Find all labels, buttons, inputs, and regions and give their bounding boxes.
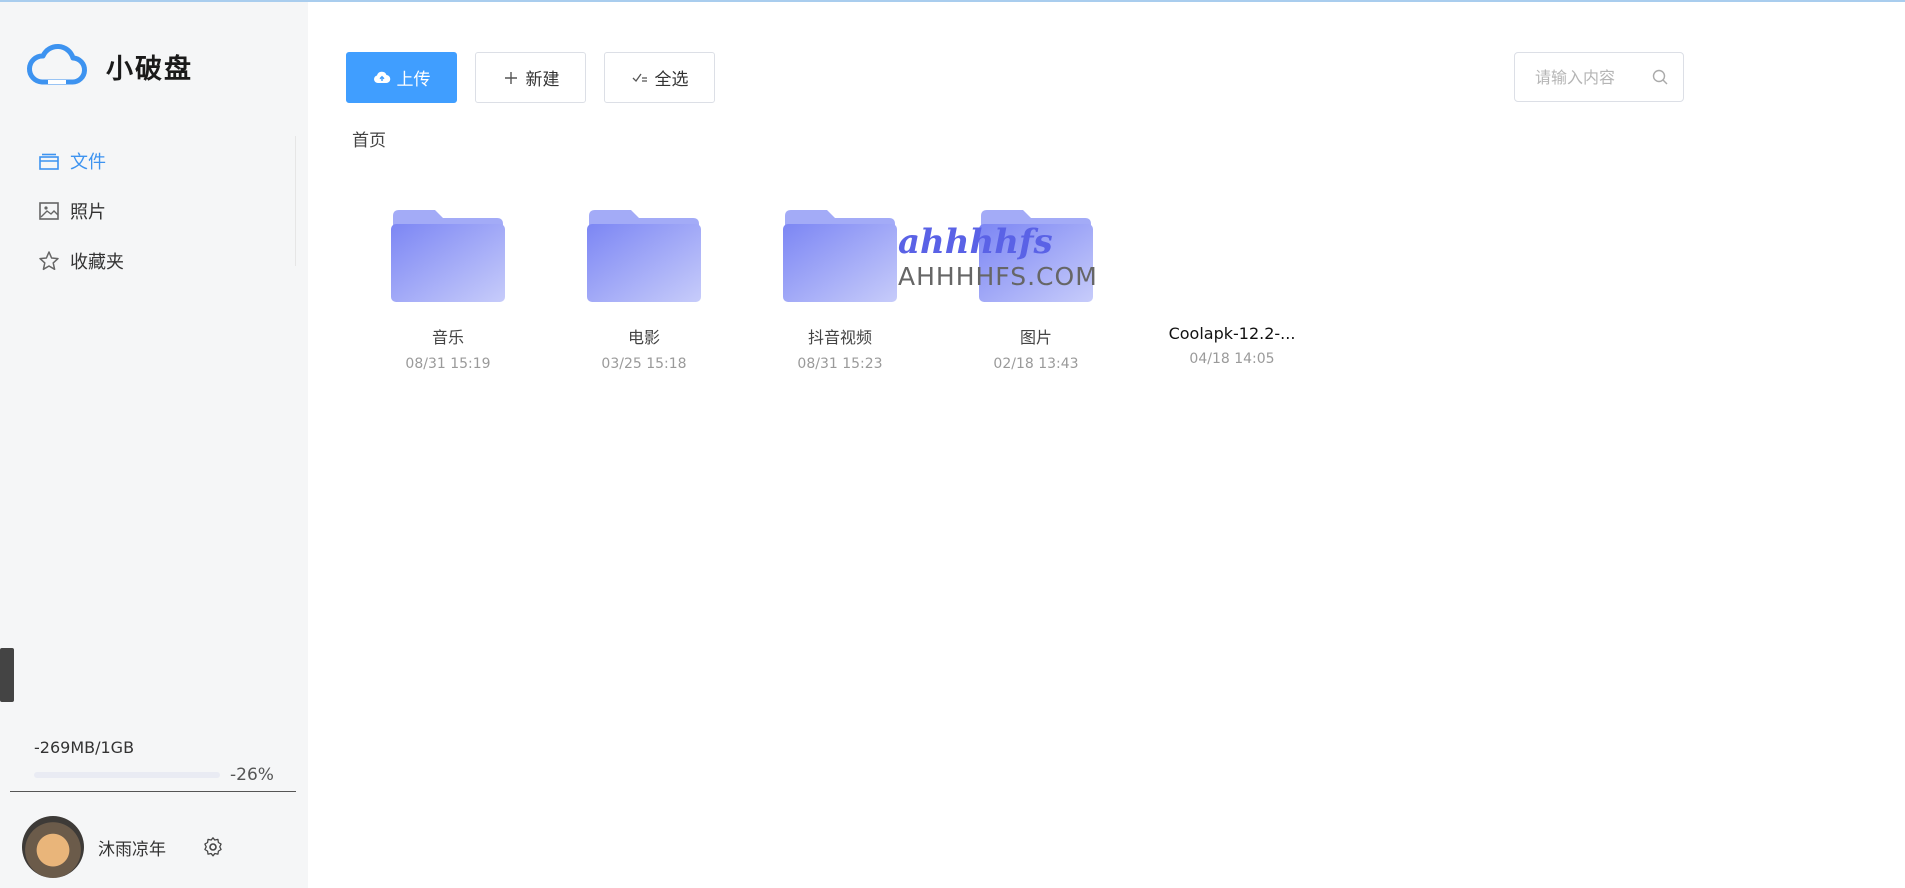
sidebar-item-photos[interactable]: 照片 [0,186,295,236]
cloud-upload-icon [373,71,390,83]
files-icon [39,153,59,170]
user-panel: 沐雨凉年 [22,816,224,878]
file-date: 08/31 15:19 [405,356,491,372]
upload-label: 上传 [396,70,431,90]
sidebar-nav: 文件 照片 收藏夹 [0,136,296,273]
sidebar-divider [10,791,296,792]
watermark: ahhhhfs AHHHHFS.COM [898,222,1098,291]
file-name: Coolapk-12.2-... [1168,324,1296,343]
side-drag-handle[interactable] [0,648,14,702]
search-icon[interactable] [1651,68,1669,86]
file-name: 图片 [1019,328,1052,347]
select-all-label: 全选 [654,70,689,90]
search-input[interactable] [1535,67,1645,87]
file-date: 02/18 13:43 [993,356,1079,372]
watermark-logo-text: ahhhhfs [898,222,1053,262]
search-box [1514,52,1684,102]
folder-icon [783,210,897,302]
avatar[interactable] [22,816,84,878]
sidebar-item-label: 文件 [70,152,106,173]
cloud-logo-icon [27,44,87,85]
upload-button[interactable]: 上传 [346,52,457,103]
checklist-icon [632,73,647,82]
username: 沐雨凉年 [98,839,166,860]
storage-percent: -26% [230,765,274,785]
sidebar-item-label: 收藏夹 [70,252,124,273]
sidebar-item-label: 照片 [70,202,106,223]
star-icon [39,251,59,271]
storage-usage: -269MB/1GB -26% [34,738,284,785]
watermark-domain: AHHHHFS.COM [898,262,1098,291]
sidebar-item-favorites[interactable]: 收藏夹 [0,236,295,286]
storage-progress-bar [34,772,220,778]
file-name: 音乐 [431,328,464,347]
plus-icon [504,71,517,84]
app-logo[interactable]: 小破盘 [26,42,193,90]
file-name: 电影 [627,328,660,347]
sidebar-item-files[interactable]: 文件 [0,136,295,186]
file-date: 03/25 15:18 [601,356,687,372]
folder-icon [587,210,701,302]
folder-item-movies[interactable]: 电影 03/25 15:18 [546,210,742,372]
folder-icon [391,210,505,302]
file-date: 08/31 15:23 [797,356,883,372]
storage-text: -269MB/1GB [34,738,135,757]
select-all-button[interactable]: 全选 [604,52,715,103]
file-name: 抖音视频 [807,328,872,347]
new-button[interactable]: 新建 [475,52,586,103]
file-grid: 音乐 08/31 15:19 电影 03/25 15:18 抖音视频 08/31… [350,210,1330,372]
app-name: 小破盘 [106,53,193,85]
folder-item-music[interactable]: 音乐 08/31 15:19 [350,210,546,372]
new-label: 新建 [525,70,560,90]
toolbar: 上传 新建 全选 [346,52,715,103]
breadcrumb[interactable]: 首页 [352,126,386,151]
image-icon [39,202,59,220]
file-item-coolapk[interactable]: Coolapk-12.2-... 04/18 14:05 [1134,210,1330,372]
sidebar: 小破盘 文件 照片 收藏夹 -269MB/1GB -26% 沐雨凉年 [0,2,308,888]
gear-icon[interactable] [202,836,224,858]
file-date: 04/18 14:05 [1189,351,1275,367]
